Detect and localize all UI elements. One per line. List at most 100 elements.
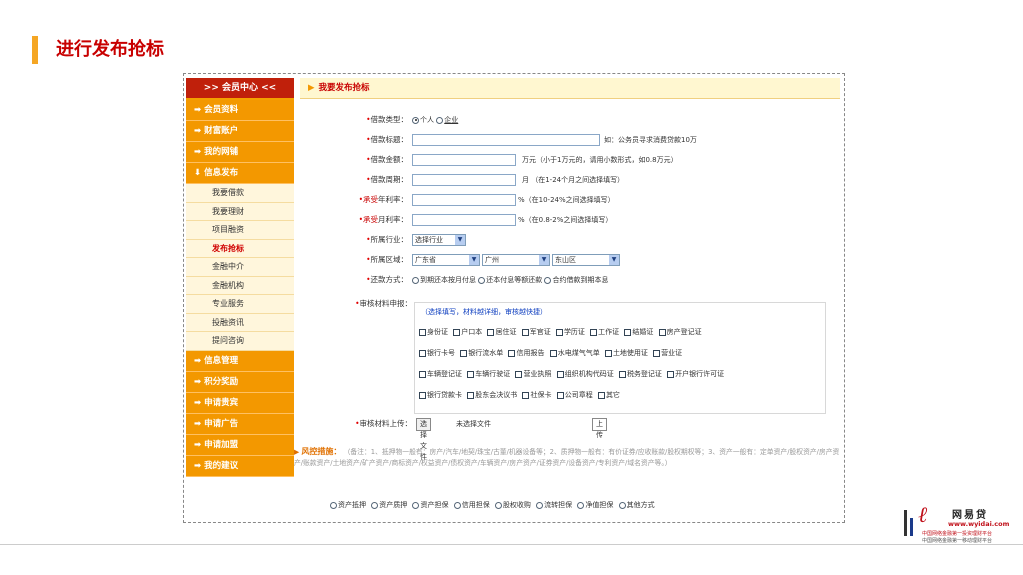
checkbox[interactable] [460,349,468,357]
repay-radio-2[interactable] [478,276,486,284]
checkbox[interactable] [556,370,564,378]
loan-title-input[interactable] [412,134,600,146]
industry-select[interactable]: 选择行业 ▼ [412,234,466,246]
materials-line-4: 银行贷款卡 股东会决议书 社保卡 公司章程 其它 [419,390,623,400]
checkbox[interactable] [556,391,564,399]
sidebar-item-points[interactable]: ➡ 积分奖励 [186,371,294,393]
loan-title-hint: 如：公务员寻求消费贷款10万 [604,136,697,144]
logo-name: 网易贷 [952,510,988,521]
sidebar-sub-finance-agent[interactable]: 金融中介 [186,258,294,277]
loan-amount-input[interactable] [412,154,516,166]
sidebar-item-suggest[interactable]: ➡ 我的建议 [186,455,294,477]
sidebar-sub-pro-service[interactable]: 专业服务 [186,295,294,314]
sidebar-item-info-manage[interactable]: ➡ 信息管理 [186,350,294,372]
checkbox[interactable] [419,328,426,336]
logo-tagline-1: 中国网络金融第一投资理财平台 [922,531,993,537]
materials-line-2: 银行卡号 银行流水单 信用报告 水电煤气气单 土地使用证 营业证 [419,348,685,358]
main-header: ▶ 我要发布抢标 [300,78,840,99]
checkbox[interactable] [419,370,426,378]
city-select[interactable]: 广州 ▼ [482,254,550,266]
district-select[interactable]: 东山区 ▼ [552,254,620,266]
monthly-rate-input[interactable] [412,214,516,226]
title-accent-bar [32,36,38,64]
sidebar-sub-invest[interactable]: 我要理财 [186,202,294,221]
checkbox[interactable] [597,391,605,399]
main-header-title: 我要发布抢标 [318,83,370,93]
sidebar-sub-borrow[interactable]: 我要借款 [186,184,294,203]
sidebar-item-join[interactable]: ➡ 申请加盟 [186,434,294,456]
guarantee-radio[interactable] [371,501,379,509]
footer-divider [0,544,1023,545]
sidebar-sub-project-finance[interactable]: 项目融资 [186,221,294,240]
checkbox[interactable] [487,328,495,336]
sidebar-sub-consult[interactable]: 提问咨询 [186,332,294,351]
materials-tip: （选择填写，材料越详细，审核越快捷） [421,308,547,316]
play-icon: ▶ [308,83,315,93]
guarantee-radio[interactable] [577,501,585,509]
sidebar-header: >> 会员中心 << [186,78,294,100]
file-status: 未选择文件 [456,420,491,428]
guarantee-radio[interactable] [536,501,544,509]
annual-rate-input[interactable] [412,194,516,206]
checkbox[interactable] [419,391,426,399]
loan-type-options: 个人 企业 [412,112,458,128]
guarantee-radio[interactable] [494,501,502,509]
chevron-down-icon: ▼ [469,255,479,265]
logo-mark-icon: ℓ [918,503,928,528]
main-panel: ▶ 我要发布抢标 •借款类型： 个人 企业 •借款标题： 如：公务员寻求消费贷款1… [294,78,840,520]
checkbox[interactable] [555,328,563,336]
loan-period-input[interactable] [412,174,516,186]
chevron-down-icon: ▼ [455,235,465,245]
risk-title: 风控措施： [301,447,342,456]
checkbox[interactable] [419,349,426,357]
loan-type-radio-personal[interactable] [412,116,419,124]
checkbox[interactable] [453,328,461,336]
sidebar-sub-finance-news[interactable]: 投融资讯 [186,313,294,332]
repay-radio-3[interactable] [544,276,552,284]
guarantee-radio[interactable] [618,501,626,509]
monthly-rate-hint: %（在0.8-2%之间选择填写） [518,216,613,224]
loan-type-label: •借款类型： [366,115,408,124]
loan-period-hint: 月 （在1-24个月之间选择填写） [522,176,625,184]
chevron-down-icon: ▼ [609,255,619,265]
sidebar-item-ads[interactable]: ➡ 申请广告 [186,413,294,435]
checkbox[interactable] [508,349,516,357]
checkbox[interactable] [549,349,557,357]
checkbox[interactable] [604,349,612,357]
logo-bar [910,518,913,536]
sidebar-sub-finance-institution[interactable]: 金融机构 [186,276,294,295]
checkbox[interactable] [522,391,530,399]
sidebar-item-info-publish[interactable]: ⬇ 信息发布 [186,163,294,184]
logo-url: www.wyidai.com [948,520,1010,528]
checkbox[interactable] [521,328,529,336]
sidebar-item-wealth-account[interactable]: ➡ 财富账户 [186,121,294,142]
guarantee-radio[interactable] [330,501,337,509]
checkbox[interactable] [590,328,598,336]
sidebar-item-vip[interactable]: ➡ 申请贵宾 [186,392,294,414]
upload-button[interactable]: 上传 [592,418,607,439]
sidebar-item-my-shop[interactable]: ➡ 我的网铺 [186,142,294,163]
materials-line-1: 身份证 户口本 居住证 军官证 学历证 工作证 结婚证 房产登记证 [419,327,705,337]
checkbox[interactable] [653,349,661,357]
slide-title: 进行发布抢标 [56,39,164,60]
guarantee-radio[interactable] [412,501,420,509]
checkbox[interactable] [658,328,666,336]
loan-amount-hint: 万元（小于1万元的，请用小数形式，如0.8万元） [522,156,678,164]
loan-type-radio-company[interactable] [436,116,444,124]
risk-section: ▶ 风控措施： （备注：1、抵押物一般有：房产/汽车/地契/珠宝/古董/机器设备… [294,446,840,469]
guarantee-radio[interactable] [453,501,461,509]
sidebar-sub-publish-bid[interactable]: 发布抢标 [186,239,294,258]
province-select[interactable]: 广东省 ▼ [412,254,480,266]
browser-frame: >> 会员中心 << ➡ 会员资料 ➡ 财富账户 ➡ 我的网铺 ⬇ 信息发布 我… [183,73,845,523]
brand-logo: ℓ 网易贷 www.wyidai.com 中国网络金融第一投资理财平台 中国网络… [900,500,1018,545]
choose-file-button[interactable]: 选择文件 [416,418,431,461]
repay-radio-1[interactable] [412,276,419,284]
checkbox[interactable] [667,370,675,378]
sidebar-item-member-info[interactable]: ➡ 会员资料 [186,100,294,121]
checkbox[interactable] [467,391,475,399]
checkbox[interactable] [618,370,626,378]
checkbox[interactable] [624,328,632,336]
checkbox[interactable] [515,370,523,378]
guarantee-options: 资产抵押 资产质押 资产担保 信用担保 股权收购 流转担保 净值担保 其他方式 [330,500,658,510]
checkbox[interactable] [467,370,475,378]
